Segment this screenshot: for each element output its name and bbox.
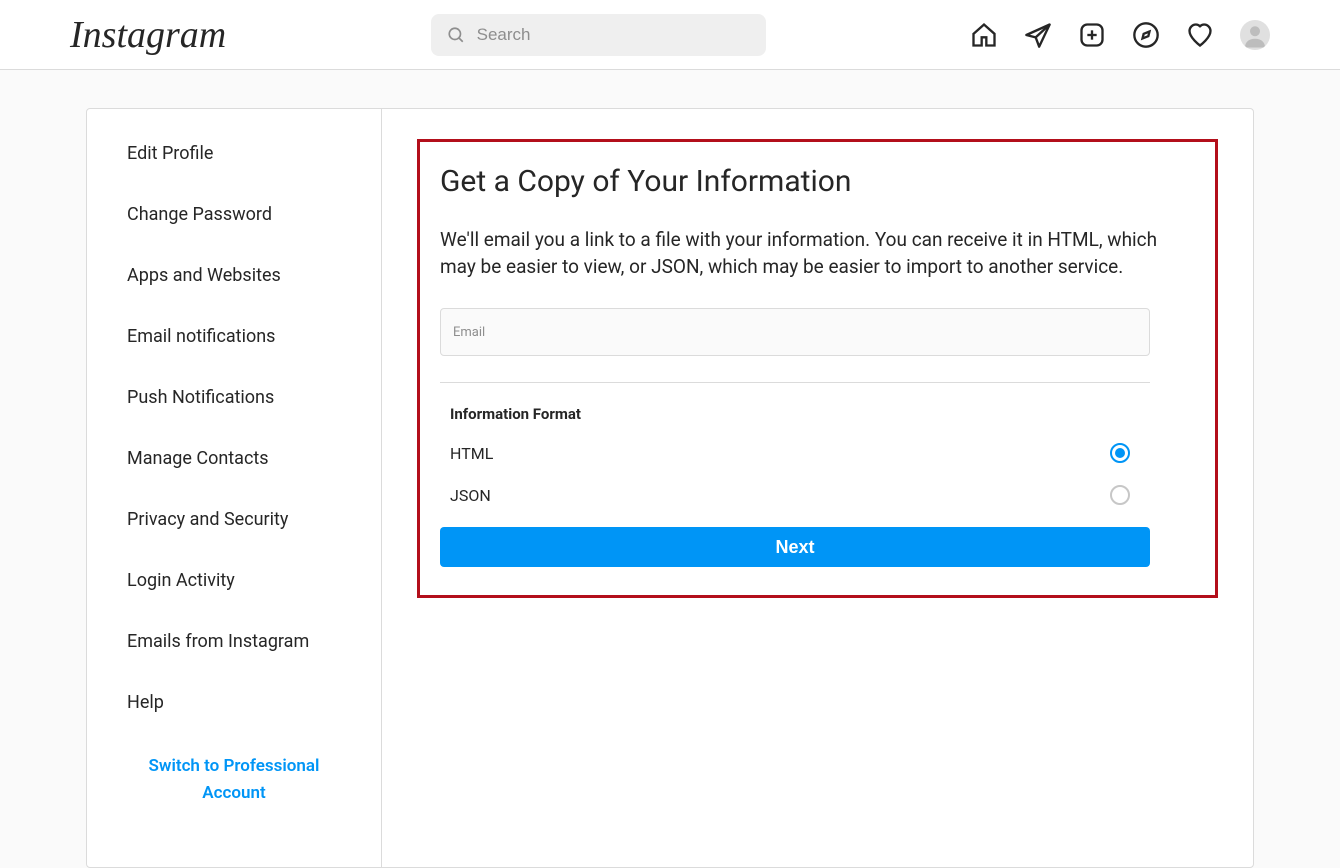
sidebar-item-edit-profile[interactable]: Edit Profile	[87, 123, 381, 184]
next-button[interactable]: Next	[440, 527, 1150, 567]
divider	[440, 382, 1150, 383]
download-data-panel: Get a Copy of Your Information We'll ema…	[417, 139, 1218, 598]
page-title: Get a Copy of Your Information	[440, 164, 1195, 199]
search-input[interactable]	[477, 25, 750, 45]
radio-html[interactable]	[1110, 443, 1130, 463]
page-description: We'll email you a link to a file with yo…	[440, 227, 1195, 280]
sidebar-item-help[interactable]: Help	[87, 672, 381, 733]
radio-json[interactable]	[1110, 485, 1130, 505]
format-option-html[interactable]: HTML	[440, 443, 1140, 463]
settings-content: Get a Copy of Your Information We'll ema…	[382, 109, 1253, 867]
new-post-icon[interactable]	[1078, 21, 1106, 49]
format-title: Information Format	[440, 405, 1195, 423]
sidebar-item-login-activity[interactable]: Login Activity	[87, 550, 381, 611]
activity-icon[interactable]	[1186, 21, 1214, 49]
search-container[interactable]	[431, 14, 766, 56]
email-field[interactable]: Email	[440, 308, 1150, 356]
settings-page: Edit Profile Change Password Apps and We…	[86, 108, 1254, 868]
search-icon	[447, 26, 465, 44]
settings-sidebar: Edit Profile Change Password Apps and We…	[87, 109, 382, 867]
sidebar-item-email-notifications[interactable]: Email notifications	[87, 306, 381, 367]
sidebar-item-apps-websites[interactable]: Apps and Websites	[87, 245, 381, 306]
messages-icon[interactable]	[1024, 21, 1052, 49]
switch-professional-link[interactable]: Switch to Professional Account	[87, 733, 381, 827]
email-label: Email	[453, 325, 485, 340]
format-label-html: HTML	[450, 444, 493, 463]
home-icon[interactable]	[970, 21, 998, 49]
sidebar-item-emails-instagram[interactable]: Emails from Instagram	[87, 611, 381, 672]
format-option-json[interactable]: JSON	[440, 485, 1140, 505]
sidebar-item-push-notifications[interactable]: Push Notifications	[87, 367, 381, 428]
sidebar-item-privacy-security[interactable]: Privacy and Security	[87, 489, 381, 550]
nav-icons	[970, 20, 1270, 50]
top-nav: Instagram	[0, 0, 1340, 70]
sidebar-item-change-password[interactable]: Change Password	[87, 184, 381, 245]
sidebar-item-manage-contacts[interactable]: Manage Contacts	[87, 428, 381, 489]
profile-avatar[interactable]	[1240, 20, 1270, 50]
format-label-json: JSON	[450, 486, 491, 505]
instagram-logo[interactable]: Instagram	[70, 13, 226, 57]
explore-icon[interactable]	[1132, 21, 1160, 49]
